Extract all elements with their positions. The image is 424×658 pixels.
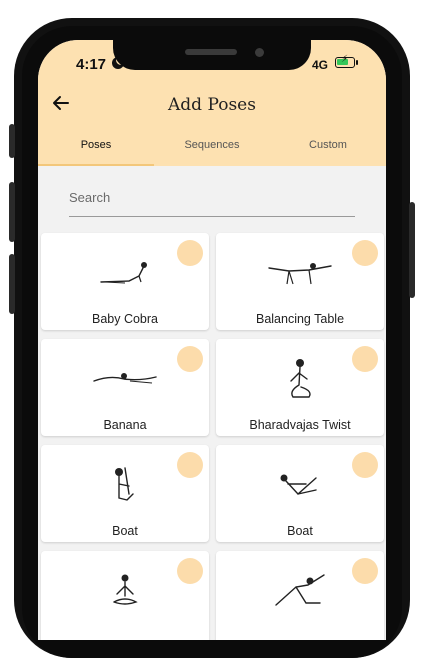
- pose-card-boat[interactable]: Boat: [41, 445, 209, 542]
- side-angle-pose-icon: [275, 574, 325, 606]
- pose-name: Boat: [112, 524, 138, 538]
- pose-card-baby-cobra[interactable]: Baby Cobra: [41, 233, 209, 330]
- network-indicator: 4G: [312, 58, 329, 72]
- baby-cobra-pose-icon: [100, 262, 147, 284]
- pose-card-banana[interactable]: Banana: [41, 339, 209, 436]
- search-input[interactable]: [69, 190, 355, 205]
- balancing-table-pose-icon: [268, 263, 332, 285]
- phone-side-button-mute: [9, 124, 15, 158]
- phone-notch: [113, 40, 311, 70]
- pose-card-bharadvajas-twist[interactable]: Bharadvajas Twist: [216, 339, 384, 436]
- tab-bar: Poses Sequences Custom: [38, 134, 386, 166]
- battery-cap: [356, 60, 358, 65]
- tab-sequences[interactable]: Sequences: [154, 134, 270, 166]
- phone-side-button-volume-up: [9, 182, 15, 242]
- pose-name: Boat: [287, 524, 313, 538]
- pose-name: Banana: [103, 418, 147, 432]
- speaker-grille: [185, 49, 237, 55]
- pose-name: Baby Cobra: [91, 312, 158, 326]
- battery-icon: ⚡: [335, 55, 355, 68]
- app-screen: 4:17 4G ⚡ Add Poses Poses Sequences Cust…: [38, 40, 386, 640]
- boat-pose-icon: [280, 474, 317, 495]
- banana-pose-icon: [93, 373, 157, 384]
- page-title: Add Poses: [168, 95, 256, 115]
- pose-card-seated-meditation[interactable]: [41, 551, 209, 640]
- pose-card-boat-2[interactable]: Boat: [216, 445, 384, 542]
- front-camera: [255, 48, 264, 57]
- pose-name: Balancing Table: [255, 312, 345, 326]
- pose-card-side-angle[interactable]: [216, 551, 384, 640]
- tab-poses[interactable]: Poses: [38, 134, 154, 166]
- seated-meditation-pose-icon: [113, 574, 138, 605]
- pose-name: Bharadvajas Twist: [249, 418, 351, 432]
- boat-pose-icon: [115, 467, 134, 501]
- search-field: [69, 188, 355, 217]
- bharadvajas-twist-pose-icon: [290, 359, 311, 398]
- phone-side-button-volume-down: [9, 254, 15, 314]
- tab-custom[interactable]: Custom: [270, 134, 386, 166]
- phone-side-button-power: [409, 202, 415, 298]
- status-time: 4:17: [76, 56, 107, 73]
- pose-card-balancing-table[interactable]: Balancing Table: [216, 233, 384, 330]
